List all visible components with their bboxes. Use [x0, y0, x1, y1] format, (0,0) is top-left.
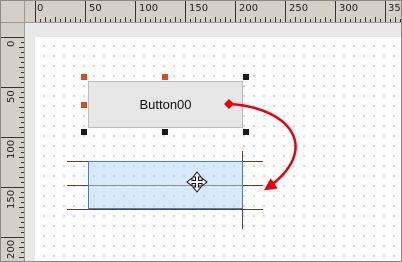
resize-handle-bottom-left[interactable] — [81, 129, 87, 135]
designer-window: 0 50 100 150 200 250 300 350 0 50 100 15… — [0, 0, 402, 262]
dotted-grid — [35, 37, 401, 261]
resize-handle-bottom-center[interactable] — [162, 129, 168, 135]
ruler-label-300: 300 — [339, 3, 359, 14]
ruler-label-100: 100 — [139, 3, 159, 14]
resize-handle-top-center[interactable] — [162, 74, 168, 80]
ruler-label-v200: 200 — [6, 239, 17, 259]
design-canvas[interactable] — [25, 23, 401, 261]
ruler-label-v100: 100 — [6, 139, 17, 159]
resize-handle-top-right[interactable] — [243, 74, 249, 80]
ruler-label-0: 0 — [37, 3, 44, 14]
ruler-label-v150: 150 — [6, 189, 17, 209]
horizontal-ruler: 0 50 100 150 200 250 300 350 — [25, 1, 401, 23]
ruler-label-200: 200 — [239, 3, 259, 14]
vertical-ruler: 0 50 100 150 200 — [1, 23, 25, 261]
ruler-label-v0: 0 — [6, 40, 17, 47]
ruler-label-350: 350 — [388, 3, 401, 14]
resize-handle-top-left[interactable] — [81, 74, 87, 80]
drag-preview-outline — [88, 161, 243, 209]
ruler-label-150: 150 — [189, 3, 209, 14]
ruler-label-v50: 50 — [6, 90, 17, 103]
button00-control[interactable]: Button00 — [88, 81, 243, 128]
ruler-corner — [1, 1, 25, 23]
button00-label: Button00 — [139, 97, 192, 112]
ruler-label-50: 50 — [89, 3, 102, 14]
canvas-margin-top — [25, 23, 401, 37]
resize-handle-middle-left[interactable] — [81, 102, 87, 108]
canvas-margin-left — [25, 23, 35, 261]
resize-handle-bottom-right[interactable] — [243, 129, 249, 135]
ruler-label-250: 250 — [289, 3, 309, 14]
alignment-guide-bottom — [67, 209, 263, 210]
